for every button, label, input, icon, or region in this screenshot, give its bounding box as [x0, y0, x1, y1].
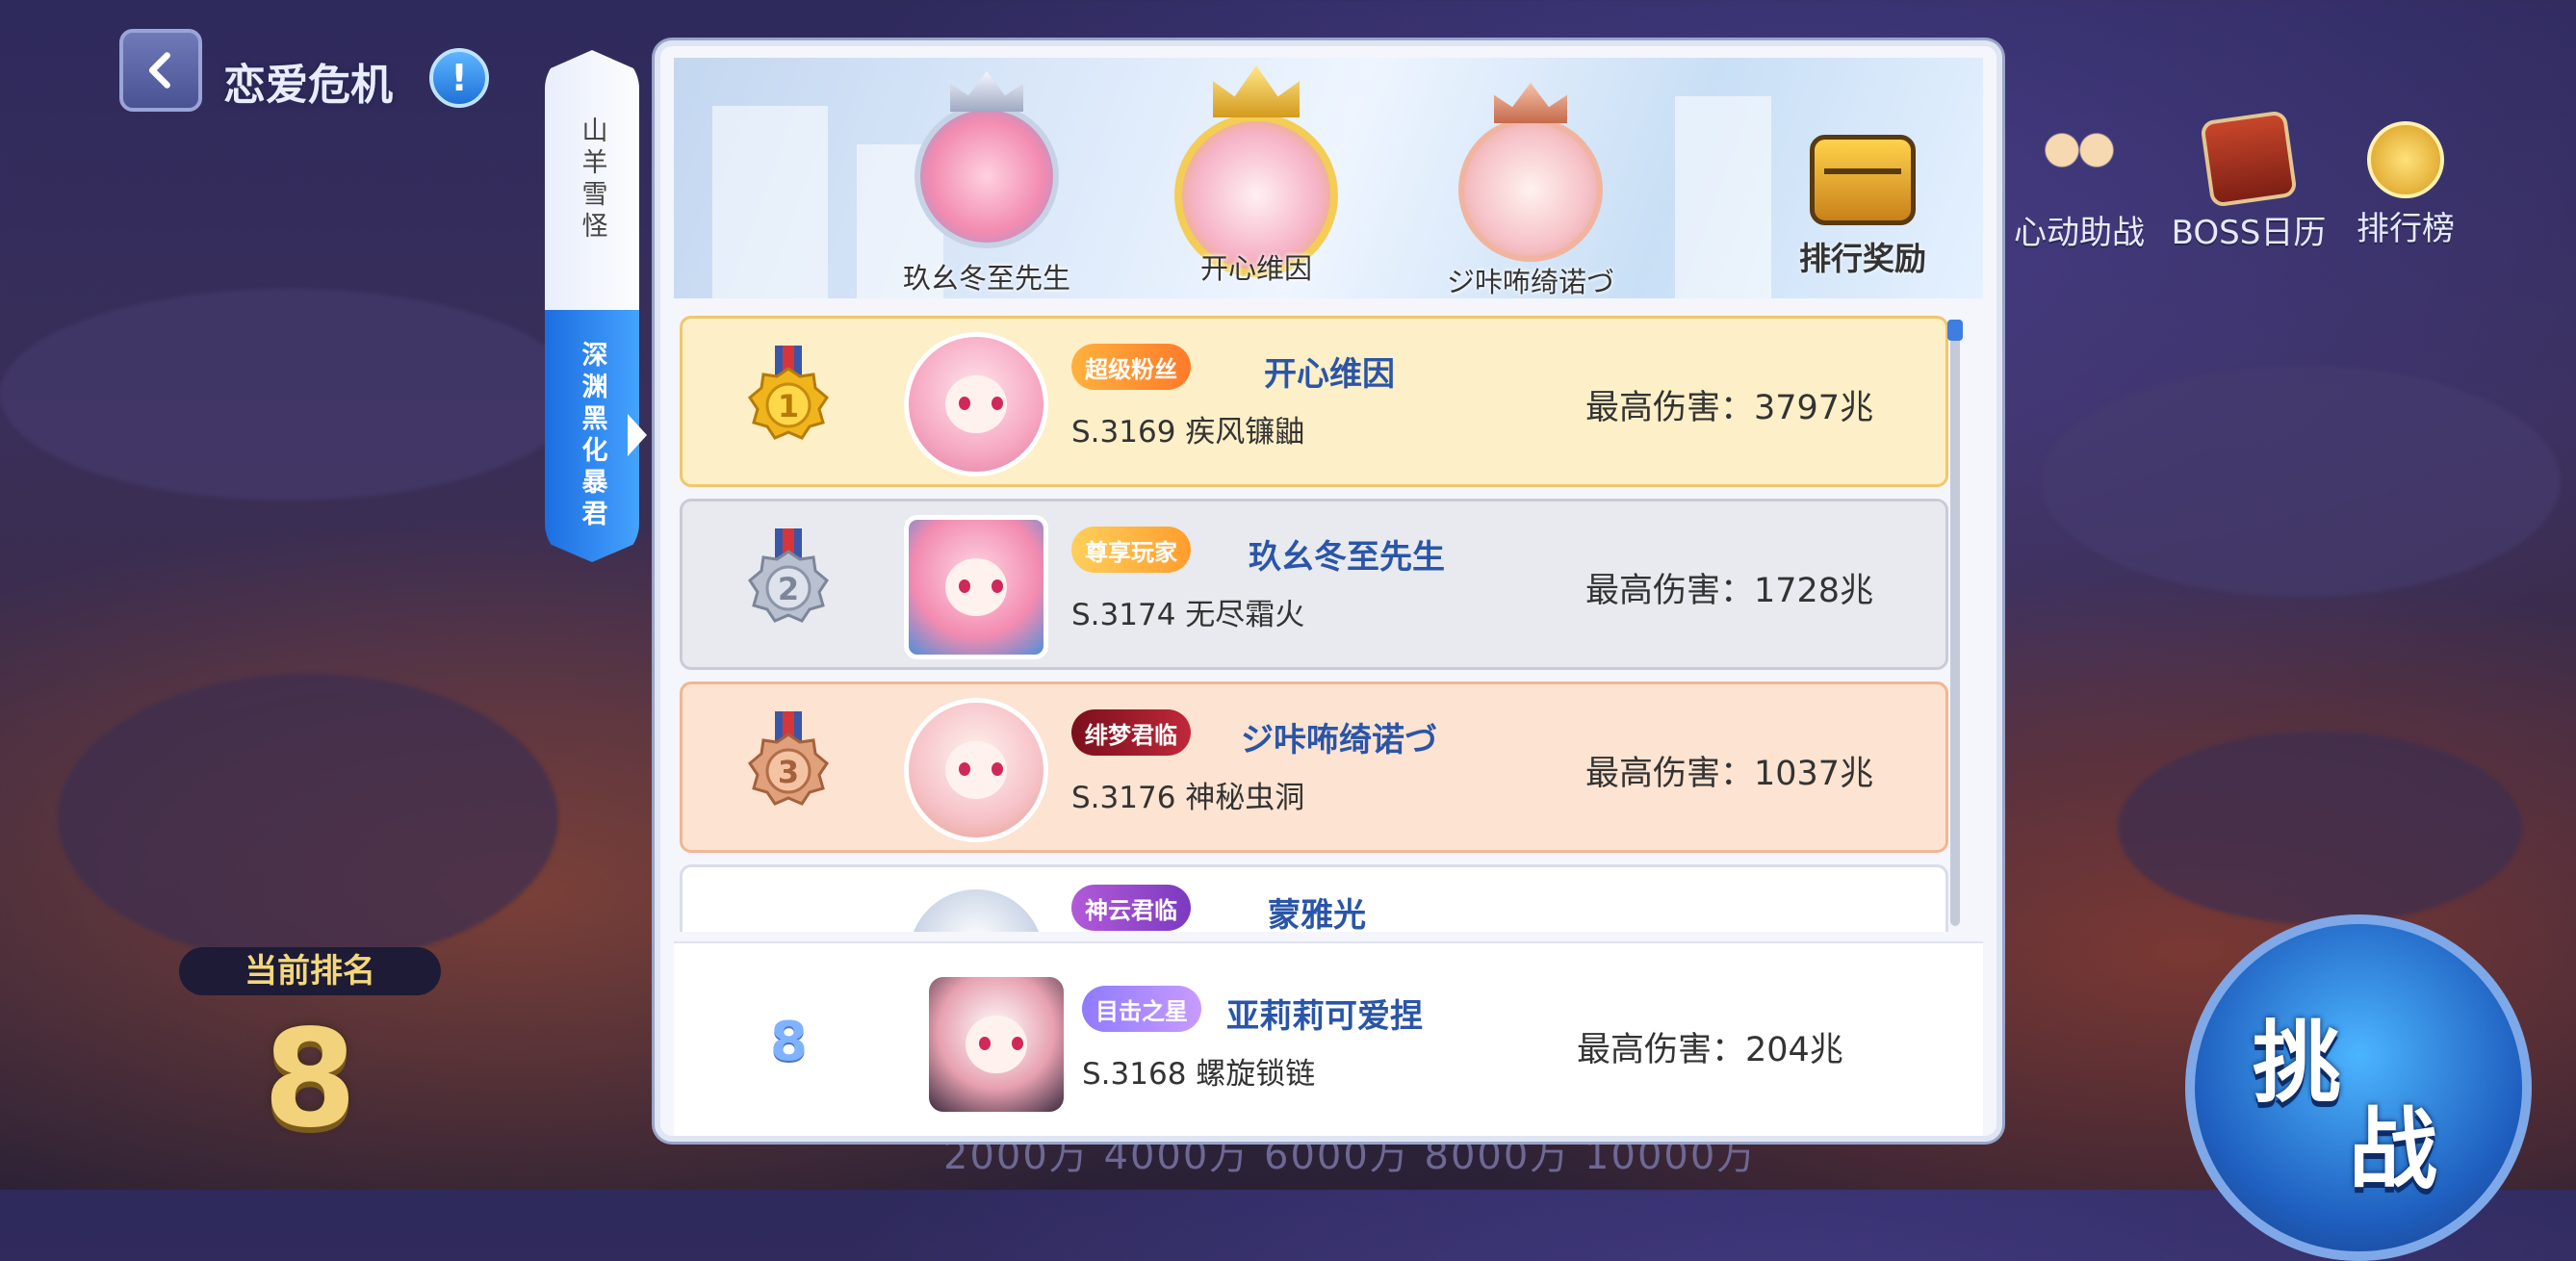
title-badge: 目击之星	[1082, 986, 1201, 1032]
max-damage: 最高伤害：204兆	[1577, 1031, 1843, 1069]
leaderboard-medal-icon	[2367, 121, 2444, 198]
bg-building	[712, 106, 828, 298]
ranking-row-3[interactable]: 3 绯梦君临 ジ咔咘绮诺づ S.3176 神秘虫洞 最高伤害：1037兆	[680, 682, 1948, 853]
server-info: S.3176 神秘虫洞	[1071, 781, 1305, 815]
back-button[interactable]	[119, 29, 202, 112]
ranking-reward-label: 排行奖励	[1799, 240, 1926, 277]
helpers-icon	[2036, 116, 2123, 202]
podium-banner: 玖幺冬至先生 开心维因 ジ咔咘绮诺づ 排行奖励	[674, 58, 1983, 298]
bronze-crown-icon	[1494, 83, 1567, 123]
ranking-list[interactable]: 1 超级粉丝 开心维因 S.3169 疾风镰鼬 最高伤害：3797兆 2 尊享玩…	[680, 316, 1970, 932]
challenge-button[interactable]: 挑 战	[2185, 914, 2532, 1261]
tab-abyss-tyrant[interactable]: 深渊黑化暴君	[545, 310, 639, 562]
max-damage: 最高伤害：1728兆	[1585, 572, 1874, 610]
silver-crown-icon	[950, 71, 1023, 112]
player-name[interactable]: 开心维因	[1264, 347, 1395, 395]
bg-building	[1675, 96, 1771, 298]
max-damage: 最高伤害：1037兆	[1585, 755, 1874, 793]
ranking-row-2[interactable]: 2 尊享玩家 玖幺冬至先生 S.3174 无尽霜火 最高伤害：1728兆	[680, 499, 1948, 670]
avatar[interactable]	[904, 515, 1048, 659]
treasure-chest-icon	[1810, 135, 1916, 225]
player-name[interactable]: 玖幺冬至先生	[1249, 530, 1445, 578]
bg-rock	[58, 674, 558, 963]
helpers-label: 心动助战	[2014, 214, 2145, 252]
avatar[interactable]	[904, 332, 1048, 476]
podium-third-name: ジ咔咘绮诺づ	[1446, 266, 1614, 298]
avatar[interactable]	[924, 972, 1069, 1117]
helpers-button[interactable]: 心动助战	[2002, 116, 2156, 253]
gold-crown-icon	[1213, 65, 1300, 117]
active-tab-pointer-icon	[628, 414, 647, 456]
podium-second-avatar[interactable]	[914, 104, 1059, 248]
calendar-icon	[2200, 110, 2298, 208]
podium-first-name: 开心维因	[1199, 252, 1312, 285]
bg-rock	[2118, 732, 2522, 924]
current-rank-label: 当前排名	[179, 947, 441, 995]
server-info: S.3168 螺旋锁链	[1082, 1057, 1316, 1092]
gold-medal-icon: 1	[748, 346, 829, 440]
player-name[interactable]: 亚莉莉可爱捏	[1226, 990, 1423, 1037]
leaderboard-button[interactable]: 排行榜	[2333, 116, 2478, 249]
title-badge: 尊享玩家	[1071, 527, 1191, 573]
server-info: S.3174 无尽霜火	[1071, 598, 1305, 632]
my-rank-number: 8	[770, 1011, 808, 1073]
medal-rank-number: 2	[778, 571, 799, 607]
page-title: 恋爱危机	[223, 61, 393, 110]
avatar[interactable]	[904, 885, 1048, 932]
ranking-row-1[interactable]: 1 超级粉丝 开心维因 S.3169 疾风镰鼬 最高伤害：3797兆	[680, 316, 1948, 487]
my-ranking-row[interactable]: 8 目击之星 亚莉莉可爱捏 S.3168 螺旋锁链 最高伤害：204兆	[674, 941, 1983, 1136]
ranking-panel: 玖幺冬至先生 开心维因 ジ咔咘绮诺づ 排行奖励 1 超级粉丝 开心维因 S.31…	[655, 40, 2002, 1142]
player-name[interactable]: ジ咔咘绮诺づ	[1241, 713, 1437, 760]
info-button[interactable]: !	[429, 48, 489, 108]
info-icon: !	[451, 57, 468, 99]
title-badge: 超级粉丝	[1071, 344, 1191, 390]
challenge-label-2: 战	[2349, 1098, 2438, 1201]
current-rank-value: 8	[263, 1001, 357, 1158]
leaderboard-label: 排行榜	[2357, 210, 2455, 248]
bronze-medal-icon: 3	[748, 711, 829, 806]
chevron-left-icon	[148, 52, 170, 89]
max-damage: 最高伤害：3797兆	[1585, 389, 1874, 427]
bg-rock	[2041, 366, 2561, 597]
podium-second-name: 玖幺冬至先生	[902, 262, 1070, 295]
boss-calendar-button[interactable]: BOSS日历	[2152, 110, 2345, 253]
ranking-scrollbar[interactable]	[1947, 320, 1963, 926]
boss-calendar-label: BOSS日历	[2171, 214, 2327, 252]
podium-third-avatar[interactable]	[1458, 117, 1603, 262]
scrollbar-thumb[interactable]	[1947, 320, 1963, 341]
silver-medal-icon: 2	[748, 528, 829, 623]
player-name[interactable]: 蒙雅光	[1268, 888, 1366, 932]
challenge-label-1: 挑	[2253, 1012, 2342, 1115]
ranking-row-4[interactable]: 神云君临 蒙雅光	[680, 864, 1948, 932]
tab-goat-yeti[interactable]: 山羊雪怪	[545, 50, 639, 310]
server-info: S.3169 疾风镰鼬	[1071, 415, 1305, 450]
bg-rock	[0, 289, 578, 501]
avatar[interactable]	[904, 698, 1048, 842]
medal-rank-number: 1	[778, 388, 799, 425]
medal-rank-number: 3	[778, 754, 799, 790]
ranking-reward-button[interactable]: 排行奖励	[1781, 135, 1945, 279]
title-badge: 绯梦君临	[1071, 709, 1191, 756]
title-badge: 神云君临	[1071, 885, 1191, 931]
